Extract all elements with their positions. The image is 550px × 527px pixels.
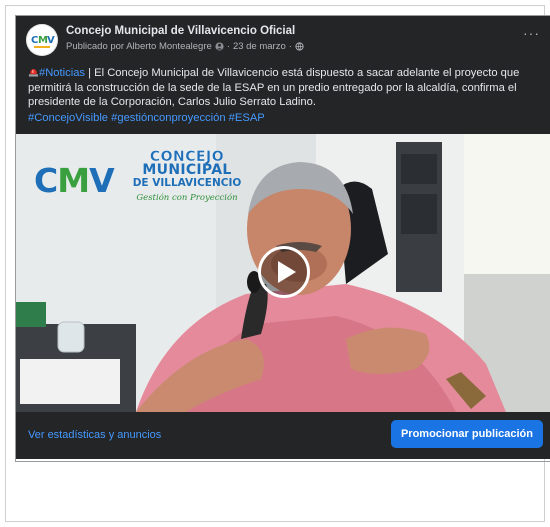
cmv-avatar-icon: C M V (26, 24, 58, 56)
post-hashtags[interactable]: #ConcejoVisible #gestiónconproyección #E… (28, 112, 265, 124)
video-logo-cmv: CMV (34, 161, 115, 200)
promote-post-button[interactable]: Promocionar publicación (390, 420, 543, 448)
play-icon (277, 261, 296, 283)
author-info-icon (215, 42, 224, 51)
logo-letter-c: C (34, 161, 58, 200)
post-meta: Publicado por Alberto Montealegre · 23 d… (66, 41, 304, 52)
post-date[interactable]: 23 de marzo (233, 41, 286, 52)
svg-text:V: V (47, 35, 55, 46)
page-avatar[interactable]: C M V (26, 24, 58, 56)
more-options-button[interactable]: ··· (523, 26, 540, 40)
video-player[interactable]: CMV CONCEJO MUNICIPAL DE VILLAVICENCIO G… (16, 134, 550, 412)
post-body-text: | El Concejo Municipal de Villavicencio … (28, 67, 520, 108)
view-stats-link[interactable]: Ver estadísticas y anuncios (28, 429, 161, 441)
video-logo-text: CONCEJO MUNICIPAL DE VILLAVICENCIO Gesti… (127, 150, 247, 205)
post-footer: Ver estadísticas y anuncios Promocionar … (16, 412, 550, 459)
noticias-hashtag-link[interactable]: #Noticias (39, 67, 85, 79)
logo-line-municipal: MUNICIPAL (142, 162, 232, 178)
author-line[interactable]: Publicado por Alberto Montealegre (66, 41, 212, 52)
logo-letter-m: M (57, 161, 90, 200)
logo-line-villavicencio: DE VILLAVICENCIO (132, 177, 242, 189)
play-button[interactable] (258, 246, 310, 298)
page-name-link[interactable]: Concejo Municipal de Villavicencio Ofici… (66, 25, 295, 37)
meta-separator: · (226, 41, 230, 52)
logo-slogan: Gestión con Proyección (136, 193, 238, 203)
post-card: C M V Concejo Municipal de Villavicencio… (16, 16, 550, 459)
post-body: #Noticias | El Concejo Municipal de Vill… (28, 66, 543, 110)
logo-letter-v: V (89, 161, 115, 200)
post-header: C M V Concejo Municipal de Villavicencio… (16, 16, 550, 60)
siren-icon (28, 68, 39, 77)
globe-icon (295, 42, 304, 51)
meta-separator: · (288, 41, 292, 52)
